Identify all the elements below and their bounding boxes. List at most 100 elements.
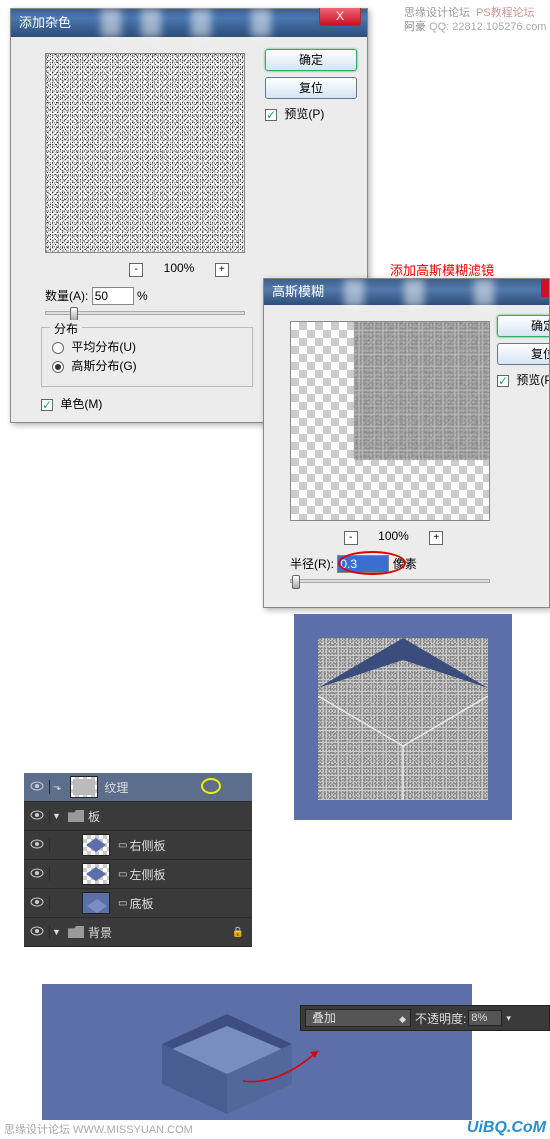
ok2-button[interactable]: 确定	[497, 315, 550, 337]
opacity-input[interactable]: 8%	[468, 1010, 502, 1026]
preview2-checkbox[interactable]	[497, 375, 509, 387]
footer-watermark-left: 思缘设计论坛 WWW.MISSYUAN.COM	[4, 1121, 193, 1137]
layer-row-texture[interactable]: ⬎ 纹理	[24, 773, 252, 802]
monochrome-label: 单色(M)	[60, 397, 102, 411]
close2-button[interactable]	[541, 279, 549, 297]
dialog-titlebar[interactable]: 添加杂色 X	[11, 9, 367, 37]
annotation-circle	[201, 778, 221, 794]
layer-name: 板	[88, 808, 100, 825]
vector-mask-icon: ▭	[118, 898, 127, 909]
radius-label: 半径(R):	[290, 557, 334, 571]
result-roof-shape	[318, 638, 488, 698]
group-legend: 分布	[50, 320, 82, 337]
noise-texture	[46, 54, 244, 252]
distribution-group: 分布 平均分布(U) 高斯分布(G)	[41, 327, 253, 387]
layer-name: 右侧板	[129, 837, 165, 854]
blur-preview[interactable]	[290, 321, 490, 521]
visibility-toggle[interactable]	[24, 780, 50, 794]
ok-button[interactable]: 确定	[265, 49, 357, 71]
close-button[interactable]: X	[319, 8, 361, 26]
footer-watermark-right: UiBQ.CoM	[467, 1119, 546, 1137]
visibility-toggle[interactable]	[24, 925, 50, 939]
layers-panel: ⬎ 纹理 ▼ 板 ▭ 右侧板 ▭ 左侧板 ▭ 底板	[24, 773, 252, 947]
dialog-buttons: 确定 复位 预览(P)	[265, 49, 357, 122]
zoom-controls: - 100% +	[1, 259, 357, 277]
options-bar: 叠加 不透明度: 8% ▾	[300, 1005, 550, 1031]
opacity-dropdown-icon[interactable]: ▾	[506, 1013, 511, 1024]
radio-gaussian[interactable]	[52, 361, 64, 373]
zoom-out-button[interactable]: -	[129, 263, 143, 277]
radio-uniform-label: 平均分布(U)	[71, 340, 136, 354]
zoom-value: 100%	[164, 261, 195, 275]
eye-icon	[30, 897, 44, 907]
layer-name: 纹理	[104, 779, 128, 796]
annotation-text: 添加高斯模糊滤镜	[390, 260, 494, 279]
layer-row-bottom[interactable]: ▭ 底板	[24, 889, 252, 918]
layer-row-group-plate[interactable]: ▼ 板	[24, 802, 252, 831]
preview-checkbox[interactable]	[265, 109, 277, 121]
layer-name: 底板	[129, 895, 153, 912]
visibility-toggle[interactable]	[24, 896, 50, 910]
amount-label: 数量(A):	[45, 289, 88, 303]
amount-input[interactable]	[92, 287, 134, 305]
zoom2-controls: - 100% +	[263, 527, 543, 545]
layer-thumb[interactable]	[82, 863, 110, 885]
radio-uniform-row[interactable]: 平均分布(U)	[52, 338, 242, 355]
layer-row-left[interactable]: ▭ 左侧板	[24, 860, 252, 889]
expand-icon[interactable]: ▼	[52, 927, 62, 937]
noise-preview[interactable]	[45, 53, 245, 253]
eye-icon	[30, 926, 44, 936]
radius-slider[interactable]	[290, 579, 490, 583]
radio-gaussian-row[interactable]: 高斯分布(G)	[52, 357, 242, 374]
dialog2-buttons: 确定 复位 预览(P	[497, 315, 550, 388]
radius-row: 半径(R): 像素	[290, 555, 543, 573]
radius-slider-thumb[interactable]	[292, 575, 300, 589]
eye-icon	[30, 781, 44, 791]
monochrome-checkbox[interactable]	[41, 399, 53, 411]
reset-button[interactable]: 复位	[265, 77, 357, 99]
layer-thumb[interactable]	[82, 834, 110, 856]
radius-input[interactable]	[337, 555, 389, 573]
layer-name: 背景	[88, 924, 112, 941]
slider-thumb[interactable]	[70, 307, 78, 321]
watermark-2a: 阿豪	[404, 21, 426, 33]
result-preview	[294, 614, 512, 820]
preview-row[interactable]: 预览(P)	[265, 105, 357, 122]
visibility-toggle[interactable]	[24, 867, 50, 881]
blend-mode-select[interactable]: 叠加	[305, 1009, 411, 1027]
preview2-row[interactable]: 预览(P	[497, 371, 550, 388]
watermark-2c: QQ: 22812.105276.com	[429, 21, 546, 33]
vector-mask-icon: ▭	[118, 869, 127, 880]
amount-slider[interactable]	[45, 311, 245, 315]
clip-icon: ⬎	[53, 782, 61, 793]
zoom2-in-button[interactable]: +	[429, 531, 443, 545]
dialog-title: 添加杂色	[19, 15, 71, 30]
layer-thumb[interactable]	[82, 892, 110, 914]
layer-name: 左侧板	[129, 866, 165, 883]
layer-row-right[interactable]: ▭ 右侧板	[24, 831, 252, 860]
visibility-toggle[interactable]	[24, 809, 50, 823]
eye-icon	[30, 810, 44, 820]
result-edge-lines	[318, 696, 488, 800]
eye-icon	[30, 868, 44, 878]
eye-icon	[30, 839, 44, 849]
amount-unit: %	[137, 289, 148, 303]
folder-icon	[68, 810, 84, 822]
dialog2-titlebar[interactable]: 高斯模糊	[264, 279, 549, 305]
layer-thumb[interactable]	[70, 776, 98, 798]
layer-row-group-bg[interactable]: ▼ 背景 🔒	[24, 918, 252, 947]
annotation-arrow	[238, 1046, 328, 1086]
radius-unit: 像素	[393, 557, 417, 571]
vector-mask-icon: ▭	[118, 840, 127, 851]
folder-icon	[68, 926, 84, 938]
radio-uniform[interactable]	[52, 342, 64, 354]
preview-label: 预览(P)	[284, 107, 324, 121]
expand-icon[interactable]: ▼	[52, 811, 62, 821]
radio-gaussian-label: 高斯分布(G)	[71, 359, 136, 373]
reset2-button[interactable]: 复位	[497, 343, 550, 365]
zoom-in-button[interactable]: +	[215, 263, 229, 277]
zoom2-value: 100%	[378, 529, 409, 543]
visibility-toggle[interactable]	[24, 838, 50, 852]
preview2-label: 预览(P	[516, 373, 550, 387]
zoom2-out-button[interactable]: -	[344, 531, 358, 545]
